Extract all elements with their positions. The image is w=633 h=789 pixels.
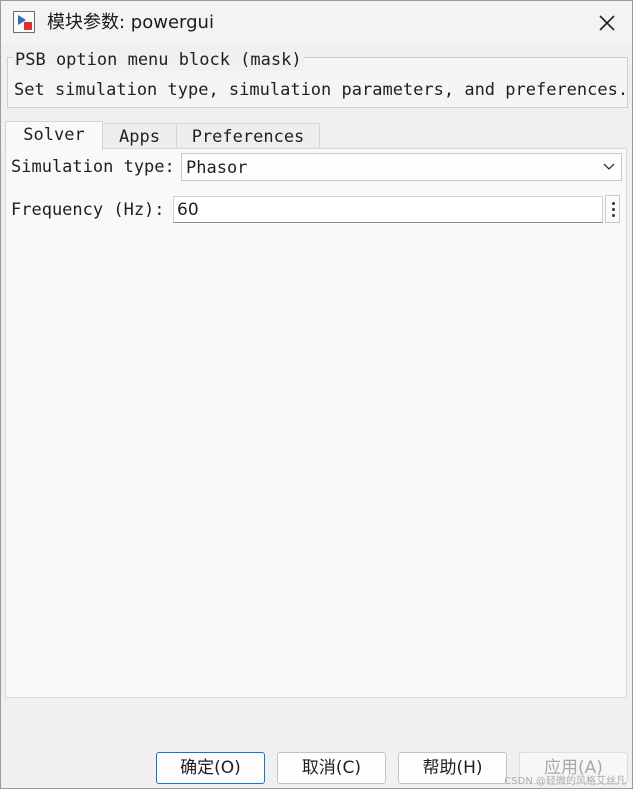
more-vertical-icon-dot — [612, 208, 615, 211]
icon-square — [24, 22, 32, 30]
window-title: 模块参数: powergui — [47, 12, 214, 33]
title-bar: 模块参数: powergui — [1, 1, 632, 45]
tab-preferences[interactable]: Preferences — [176, 123, 320, 149]
close-button[interactable] — [592, 8, 622, 38]
simulation-type-value: Phasor — [186, 158, 248, 178]
more-vertical-icon — [612, 202, 615, 205]
simulink-block-icon — [13, 11, 35, 33]
solver-panel: Simulation type: Phasor Frequency (Hz): — [5, 148, 627, 698]
mask-title: PSB option menu block (mask) — [13, 49, 304, 71]
watermark-text: CSDN @轻微的风格艾丝凡 — [504, 776, 626, 787]
ok-button[interactable]: 确定(O) — [156, 752, 265, 784]
tab-strip: Solver Apps Preferences — [5, 121, 629, 150]
tab-apps[interactable]: Apps — [102, 123, 177, 149]
frequency-label: Frequency (Hz): — [11, 200, 165, 220]
chevron-down-icon — [603, 163, 615, 170]
more-options-button[interactable] — [605, 195, 620, 223]
tab-solver[interactable]: Solver — [5, 121, 103, 150]
cancel-button[interactable]: 取消(C) — [277, 752, 386, 784]
close-icon — [599, 15, 615, 31]
frequency-input[interactable] — [173, 196, 603, 223]
help-button[interactable]: 帮助(H) — [398, 752, 507, 784]
more-vertical-icon-dot — [612, 214, 615, 217]
simulation-type-select[interactable]: Phasor — [181, 153, 622, 181]
mask-description: Set simulation type, simulation paramete… — [14, 80, 629, 100]
simulation-type-label: Simulation type: — [11, 157, 175, 177]
dialog-window: 模块参数: powergui PSB option menu block (ma… — [0, 0, 633, 789]
